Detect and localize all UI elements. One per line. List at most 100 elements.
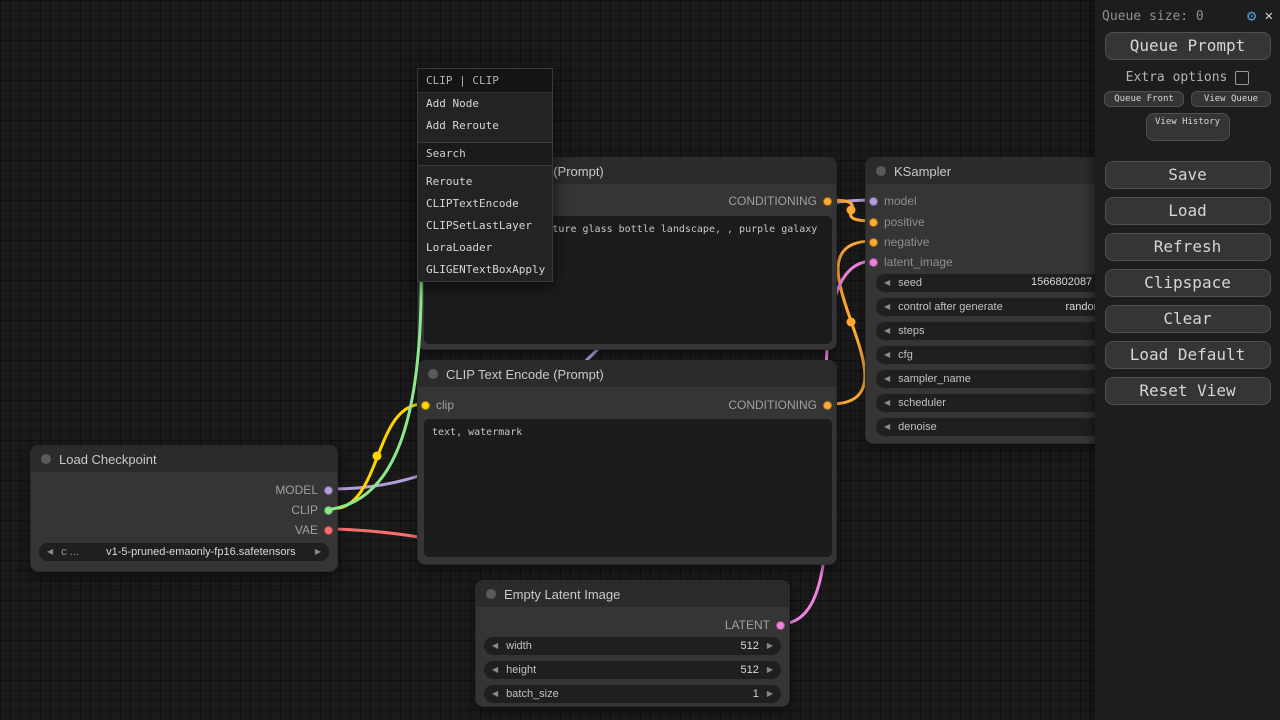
clip-port[interactable] [324,506,333,515]
widget-label: sampler_name [898,373,971,385]
negative-prompt-textarea[interactable]: text, watermark [424,419,832,557]
node-status-dot-icon [428,369,438,379]
widget-label: control after generate [898,301,1003,313]
widget-label: width [506,640,532,652]
widget-value: 1 [753,688,759,700]
ckpt-name-widget[interactable]: ◀ c ... v1-5-pruned-emaonly-fp16.safeten… [39,543,329,561]
output-slot-conditioning: CONDITIONING [728,395,832,415]
save-button[interactable]: Save [1105,161,1271,189]
link-clip [332,404,423,509]
clear-button[interactable]: Clear [1105,305,1271,333]
input-slot-positive: positive [869,212,925,232]
widget-label: height [506,664,536,676]
input-slot-negative: negative [869,232,929,252]
queue-front-button[interactable]: Queue Front [1104,91,1184,107]
node-title-bar[interactable]: Load Checkpoint [31,446,337,472]
node-load-checkpoint[interactable]: Load Checkpoint MODEL CLIP VAE ◀ c ... v… [30,445,338,572]
widget-width[interactable]: ◀ width 512 ▶ [484,637,781,655]
slot-label: CONDITIONING [728,194,817,208]
prev-option-arrow-icon[interactable]: ◀ [884,399,890,407]
node-clip-text-encode-negative[interactable]: CLIP Text Encode (Prompt) clip CONDITION… [417,360,837,565]
node-graph-canvas[interactable]: Load Checkpoint MODEL CLIP VAE ◀ c ... v… [0,0,1280,720]
reset-view-button[interactable]: Reset View [1105,377,1271,405]
load-default-button[interactable]: Load Default [1105,341,1271,369]
link-dot-clip [373,452,382,461]
menu-item-clipsetlastlayer[interactable]: CLIPSetLastLayer [418,215,552,237]
slot-label: CONDITIONING [728,398,817,412]
decrement-arrow-icon[interactable]: ◀ [884,303,890,311]
node-title: KSampler [894,164,951,179]
widget-label: seed [898,277,922,289]
latent-port[interactable] [869,258,878,267]
queue-prompt-button[interactable]: Queue Prompt [1105,32,1271,60]
widget-label: scheduler [898,397,946,409]
increment-arrow-icon[interactable]: ▶ [767,666,773,674]
decrement-arrow-icon[interactable]: ◀ [884,327,890,335]
widget-label: steps [898,325,924,337]
slot-label: positive [884,215,925,229]
slot-label: CLIP [291,503,318,517]
increment-arrow-icon[interactable]: ▶ [767,642,773,650]
view-history-button[interactable]: View History [1146,113,1230,141]
decrement-arrow-icon[interactable]: ◀ [884,351,890,359]
slot-label: negative [884,235,929,249]
menu-item-loraloader[interactable]: LoraLoader [418,237,552,259]
node-title-bar[interactable]: CLIP Text Encode (Prompt) [418,361,836,387]
widget-batch-size[interactable]: ◀ batch_size 1 ▶ [484,685,781,703]
node-title: Empty Latent Image [504,587,620,602]
conditioning-port[interactable] [869,238,878,247]
prev-option-arrow-icon[interactable]: ◀ [884,375,890,383]
conditioning-port[interactable] [823,401,832,410]
widget-label: denoise [898,421,937,433]
view-queue-button[interactable]: View Queue [1191,91,1271,107]
widget-height[interactable]: ◀ height 512 ▶ [484,661,781,679]
decrement-arrow-icon[interactable]: ◀ [884,423,890,431]
menu-item-gligentextboxapply[interactable]: GLIGENTextBoxApply [418,259,552,281]
node-title-bar[interactable]: Empty Latent Image [476,581,789,607]
decrement-arrow-icon[interactable]: ◀ [492,666,498,674]
decrement-arrow-icon[interactable]: ◀ [884,279,890,287]
connecting-link [332,256,421,509]
widget-label: c ... [61,546,79,558]
context-menu: CLIP | CLIP Add Node Add Reroute Search … [417,68,553,282]
slot-label: model [884,194,917,208]
output-slot-clip: CLIP [291,500,333,520]
prev-option-arrow-icon[interactable]: ◀ [47,548,53,556]
conditioning-port[interactable] [869,218,878,227]
vae-port[interactable] [324,526,333,535]
input-slot-clip: clip [421,395,454,415]
latent-port[interactable] [776,621,785,630]
next-option-arrow-icon[interactable]: ▶ [315,548,321,556]
settings-gear-icon[interactable]: ⚙ [1247,8,1257,24]
output-slot-latent: LATENT [725,615,785,635]
clipspace-button[interactable]: Clipspace [1105,269,1271,297]
load-button[interactable]: Load [1105,197,1271,225]
conditioning-port[interactable] [823,197,832,206]
menu-search-input[interactable]: Search [418,142,552,166]
increment-arrow-icon[interactable]: ▶ [767,690,773,698]
menu-item-cliptextencode[interactable]: CLIPTextEncode [418,193,552,215]
output-slot-model: MODEL [275,480,333,500]
output-slot-vae: VAE [295,520,333,540]
widget-value: 512 [740,640,758,652]
node-empty-latent-image[interactable]: Empty Latent Image LATENT ◀ width 512 ▶ … [475,580,790,707]
model-port[interactable] [869,197,878,206]
node-status-dot-icon [41,454,51,464]
menu-item-add-node[interactable]: Add Node [418,93,552,115]
link-dot-positive [847,206,856,215]
model-port[interactable] [324,486,333,495]
refresh-button[interactable]: Refresh [1105,233,1271,261]
comfy-menu-panel: Queue size: 0 ⚙ ✕ Queue Prompt Extra opt… [1095,0,1280,720]
slot-label: LATENT [725,618,770,632]
input-slot-model: model [869,191,917,211]
clip-port[interactable] [421,401,430,410]
node-title: CLIP Text Encode (Prompt) [446,367,604,382]
extra-options-checkbox[interactable] [1235,71,1249,85]
output-slot-conditioning: CONDITIONING [728,191,832,211]
decrement-arrow-icon[interactable]: ◀ [492,642,498,650]
close-icon[interactable]: ✕ [1265,9,1273,23]
node-title: Load Checkpoint [59,452,157,467]
decrement-arrow-icon[interactable]: ◀ [492,690,498,698]
menu-item-add-reroute[interactable]: Add Reroute [418,115,552,137]
menu-item-reroute[interactable]: Reroute [418,171,552,193]
